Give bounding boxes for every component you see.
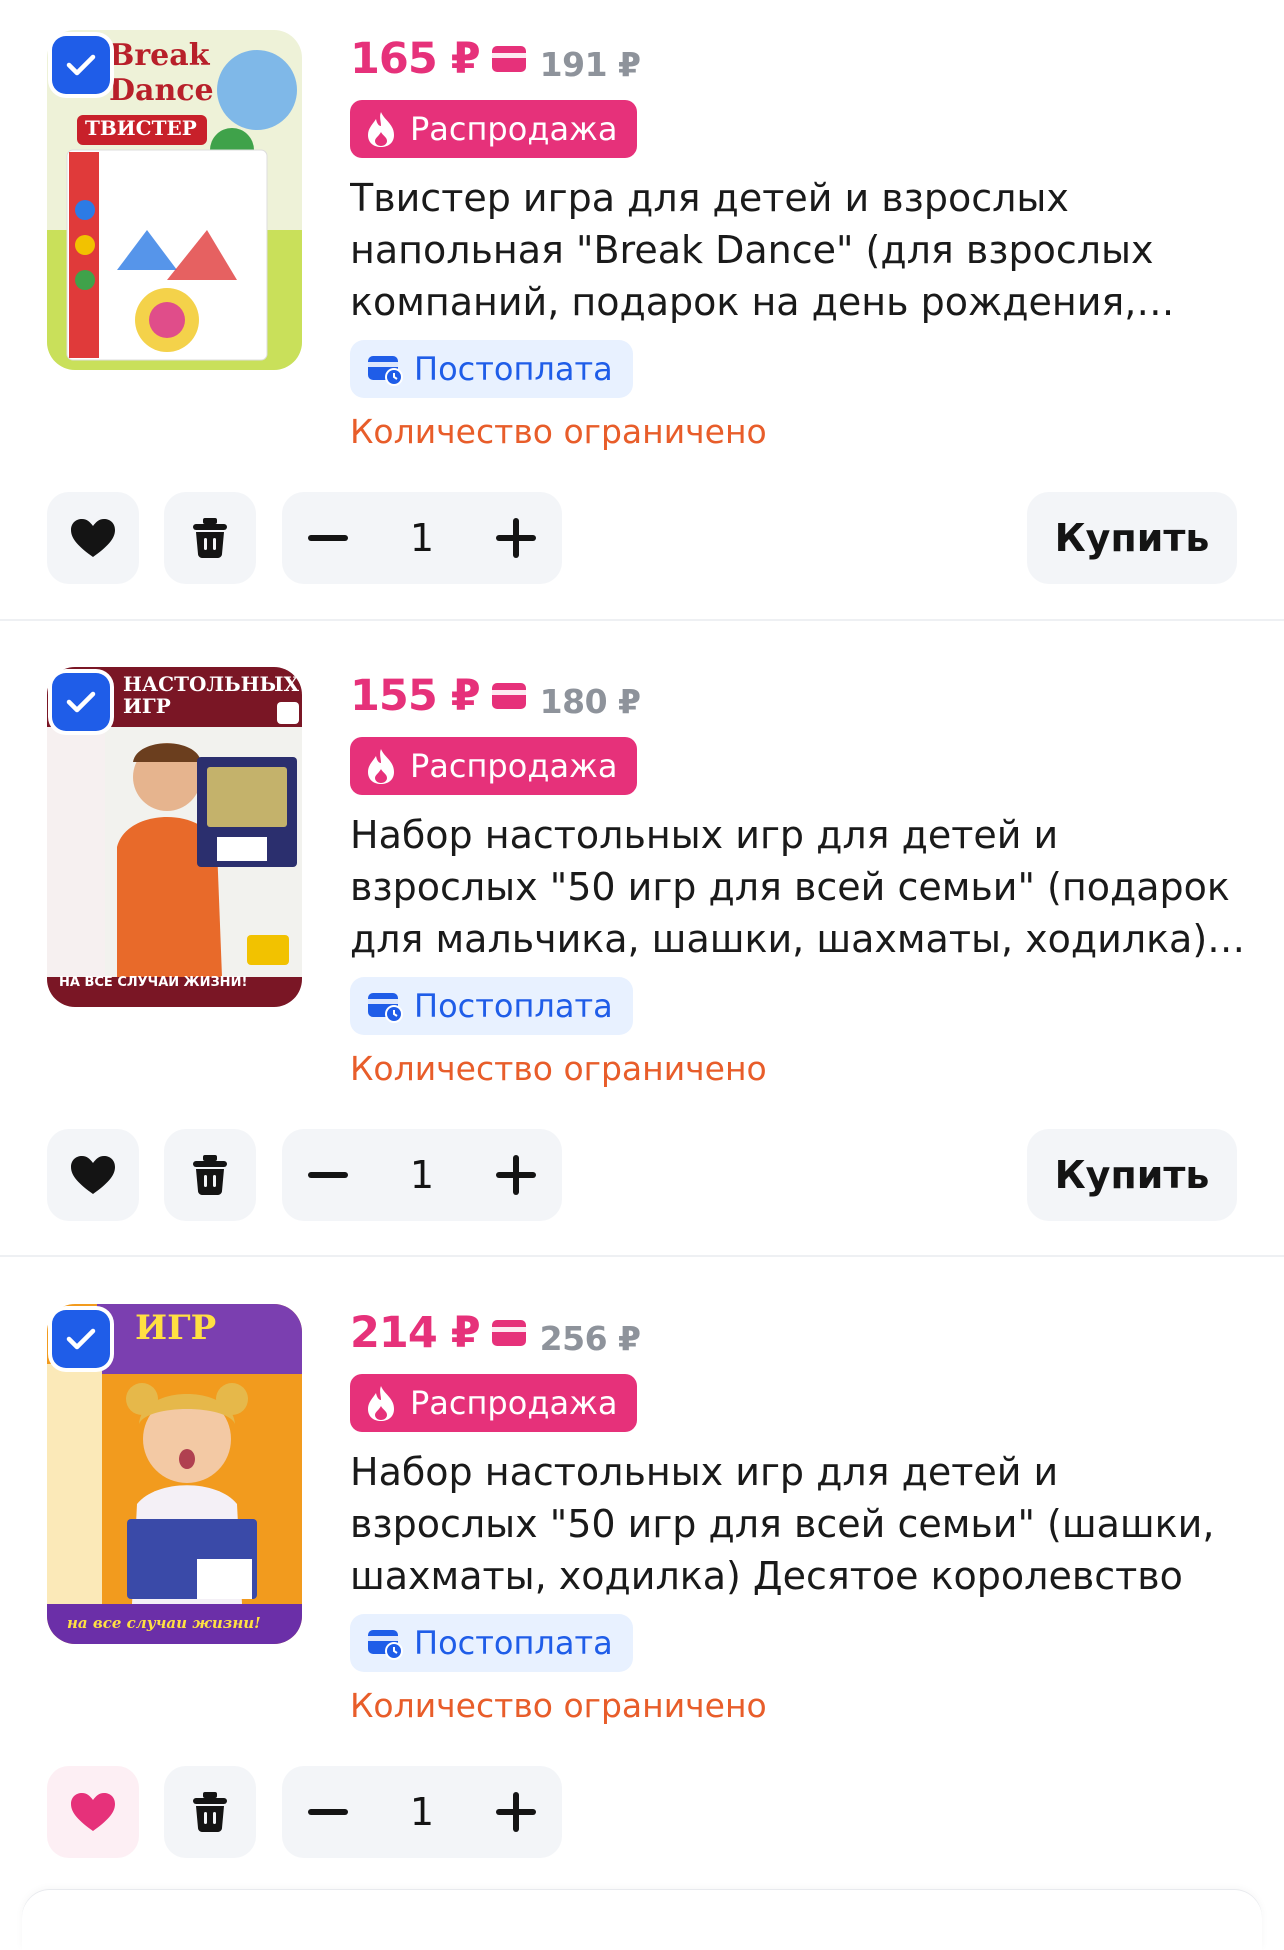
old-price: 191 ₽: [539, 44, 641, 84]
favorite-button[interactable]: [47, 492, 139, 584]
quantity-value: 1: [409, 1790, 435, 1834]
trash-icon: [193, 1155, 227, 1195]
cart-item: НАСТОЛЬНЫХ ИГР НА ВСЕ СЛУЧАИ ЖИЗНИ! 155 …: [0, 637, 1284, 1273]
quantity-stepper: 1: [282, 492, 562, 584]
select-item-checkbox[interactable]: [52, 673, 110, 731]
item-actions: 1: [47, 1766, 1237, 1860]
quantity-stepper: 1: [282, 1766, 562, 1858]
postpay-label: Постоплата: [414, 350, 613, 388]
bank-card-icon: [491, 1320, 526, 1346]
current-price: 165 ₽: [350, 34, 481, 84]
current-price: 214 ₽: [350, 1308, 481, 1358]
product-image-title: Break Dance: [109, 38, 214, 108]
minus-icon: [308, 535, 348, 541]
plus-icon: [496, 1792, 536, 1832]
product-image-title: ИГР: [135, 1308, 217, 1348]
decrease-button[interactable]: [282, 1766, 374, 1858]
postpay-badge: Постоплата: [350, 1614, 633, 1672]
increase-button[interactable]: [470, 1129, 562, 1221]
price-row: 214 ₽ 256 ₽: [350, 1304, 641, 1362]
sale-label: Распродажа: [410, 110, 618, 148]
limited-stock-note: Количество ограничено: [350, 412, 767, 451]
sale-badge: Распродажа: [350, 737, 638, 795]
delete-button[interactable]: [164, 1766, 256, 1858]
quantity-stepper: 1: [282, 1129, 562, 1221]
quantity-value: 1: [409, 516, 435, 560]
decrease-button[interactable]: [282, 492, 374, 584]
product-title[interactable]: Набор настольных игр для детей и взрослы…: [350, 809, 1250, 965]
checkmark-icon: [66, 691, 96, 713]
old-price: 256 ₽: [539, 1318, 641, 1358]
product-image-subtitle: на все случаи жизни!: [67, 1614, 261, 1632]
fire-icon: [368, 749, 394, 784]
decrease-button[interactable]: [282, 1129, 374, 1221]
postpay-badge: Постоплата: [350, 340, 633, 398]
increase-button[interactable]: [470, 1766, 562, 1858]
delete-button[interactable]: [164, 492, 256, 584]
price-row: 155 ₽ 180 ₽: [350, 667, 641, 725]
wallet-clock-icon: [368, 993, 403, 1023]
sale-label: Распродажа: [410, 1384, 618, 1422]
fire-icon: [368, 112, 394, 147]
wallet-clock-icon: [368, 1630, 403, 1660]
heart-icon: [71, 1793, 115, 1831]
item-actions: 1 Купить: [47, 1129, 1237, 1223]
wallet-clock-icon: [368, 356, 403, 386]
divider: [0, 1255, 1284, 1257]
plus-icon: [496, 518, 536, 558]
postpay-badge: Постоплата: [350, 977, 633, 1035]
heart-icon: [71, 519, 115, 557]
cart-item: ИГР на все случаи жизни! 214 ₽ 256 ₽ Рас…: [0, 1274, 1284, 1910]
buy-button[interactable]: Купить: [1027, 492, 1237, 584]
product-title[interactable]: Набор настольных игр для детей и взрослы…: [350, 1446, 1250, 1602]
sale-label: Распродажа: [410, 747, 618, 785]
bottom-sheet[interactable]: [22, 1890, 1262, 1950]
minus-icon: [308, 1172, 348, 1178]
product-title[interactable]: Твистер игра для детей и взрослых наполь…: [350, 172, 1250, 328]
cart-item: Break Dance ТВИСТЕР 165 ₽ 191 ₽ Распрода…: [0, 0, 1284, 636]
limited-stock-note: Количество ограничено: [350, 1686, 767, 1725]
select-item-checkbox[interactable]: [52, 1310, 110, 1368]
postpay-label: Постоплата: [414, 987, 613, 1025]
select-item-checkbox[interactable]: [52, 36, 110, 94]
favorite-button[interactable]: [47, 1766, 139, 1858]
product-image-title: НАСТОЛЬНЫХ ИГР: [123, 672, 300, 718]
fire-icon: [368, 1386, 394, 1421]
bank-card-icon: [491, 683, 526, 709]
price-row: 165 ₽ 191 ₽: [350, 30, 641, 88]
sale-badge: Распродажа: [350, 1374, 638, 1432]
product-image-subtitle: ТВИСТЕР: [85, 116, 197, 140]
favorite-button[interactable]: [47, 1129, 139, 1221]
heart-icon: [71, 1156, 115, 1194]
trash-icon: [193, 518, 227, 558]
item-actions: 1 Купить: [47, 492, 1237, 586]
current-price: 155 ₽: [350, 671, 481, 721]
sale-badge: Распродажа: [350, 100, 638, 158]
delete-button[interactable]: [164, 1129, 256, 1221]
increase-button[interactable]: [470, 492, 562, 584]
trash-icon: [193, 1792, 227, 1832]
checkmark-icon: [66, 1328, 96, 1350]
product-image-subtitle: НА ВСЕ СЛУЧАИ ЖИЗНИ!: [59, 975, 248, 990]
old-price: 180 ₽: [539, 681, 641, 721]
postpay-label: Постоплата: [414, 1624, 613, 1662]
checkmark-icon: [66, 54, 96, 76]
divider: [0, 619, 1284, 621]
quantity-value: 1: [409, 1153, 435, 1197]
minus-icon: [308, 1809, 348, 1815]
bank-card-icon: [491, 46, 526, 72]
buy-button[interactable]: Купить: [1027, 1129, 1237, 1221]
plus-icon: [496, 1155, 536, 1195]
limited-stock-note: Количество ограничено: [350, 1049, 767, 1088]
